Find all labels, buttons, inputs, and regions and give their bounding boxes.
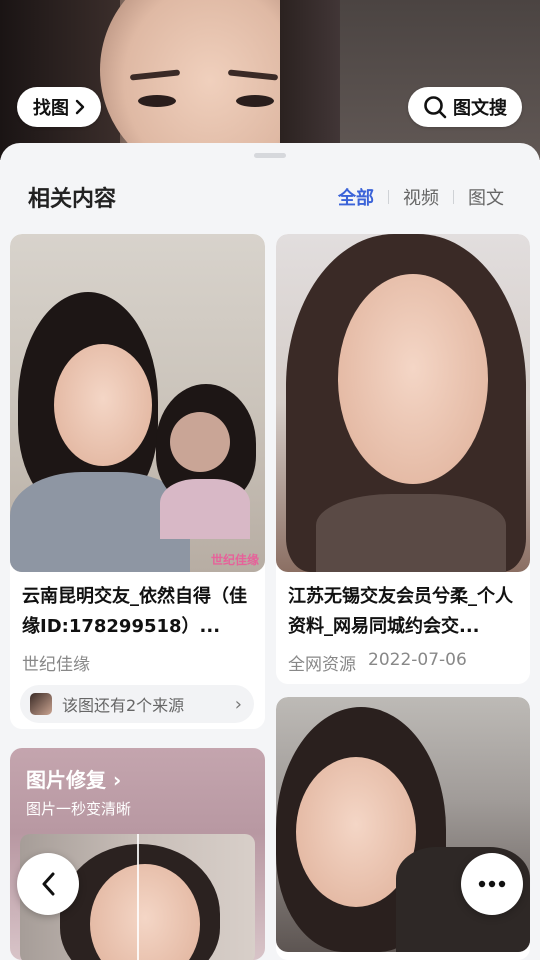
hero-eye-left: [138, 95, 176, 107]
find-image-label: 找图: [33, 98, 69, 119]
photo-child-face: [170, 412, 230, 472]
result-title[interactable]: 江苏无锡交友会员兮柔_个人资料_网易同城约会交...: [288, 582, 520, 642]
search-icon: [424, 96, 447, 119]
chevron-left-icon: [42, 872, 55, 896]
image-text-search-button[interactable]: 图文搜: [408, 87, 522, 127]
result-title[interactable]: 云南昆明交友_依然自得（佳缘ID:178299518）...: [22, 582, 255, 642]
result-card[interactable]: 世纪佳缘 云南昆明交友_依然自得（佳缘ID:178299518）... 世纪佳缘…: [10, 234, 265, 729]
more-button[interactable]: [461, 853, 523, 915]
result-source: 世纪佳缘: [22, 655, 90, 675]
result-image[interactable]: [276, 234, 530, 572]
find-image-button[interactable]: 找图: [17, 87, 101, 127]
chevron-right-icon: [75, 99, 85, 115]
promo-title: 图片修复 ›: [26, 764, 121, 793]
result-card[interactable]: [276, 697, 530, 960]
photo-child-shirt: [160, 479, 250, 539]
more-sources-label: 该图还有2个来源: [62, 696, 185, 715]
hero-eye-right: [236, 95, 274, 107]
result-image[interactable]: 世纪佳缘: [10, 234, 265, 572]
chevron-right-icon: ›: [234, 693, 242, 715]
result-source: 全网资源: [288, 655, 356, 675]
result-meta: 全网资源 2022-07-06: [288, 650, 467, 675]
image-watermark: 世纪佳缘: [210, 553, 259, 567]
result-date: 2022-07-06: [368, 650, 467, 670]
tab-video[interactable]: 视频: [403, 184, 439, 210]
more-horizontal-icon: [478, 880, 506, 888]
hero-background: [340, 0, 540, 160]
promo-subtitle: 图片一秒变清晰: [26, 800, 132, 818]
result-card[interactable]: 江苏无锡交友会员兮柔_个人资料_网易同城约会交... 全网资源 2022-07-…: [276, 234, 530, 684]
tab-all[interactable]: 全部: [338, 184, 374, 210]
tab-divider: [388, 190, 389, 204]
promo-title-text: 图片修复: [26, 768, 106, 792]
sheet-grabber[interactable]: [254, 153, 286, 158]
image-text-search-label: 图文搜: [453, 98, 507, 119]
photo-shirt: [316, 494, 506, 572]
back-button[interactable]: [17, 853, 79, 915]
more-sources-button[interactable]: 该图还有2个来源 ›: [20, 685, 254, 723]
tab-divider: [453, 190, 454, 204]
tab-image-text[interactable]: 图文: [468, 184, 504, 210]
query-image: [0, 0, 540, 160]
compare-divider[interactable]: [137, 834, 139, 960]
photo-face: [338, 274, 488, 484]
filter-tabs: 全部 视频 图文: [338, 184, 504, 210]
source-thumbnail: [30, 693, 52, 715]
chevron-right-icon: ›: [112, 768, 122, 792]
sheet-title: 相关内容: [28, 187, 117, 212]
photo-face: [54, 344, 152, 466]
